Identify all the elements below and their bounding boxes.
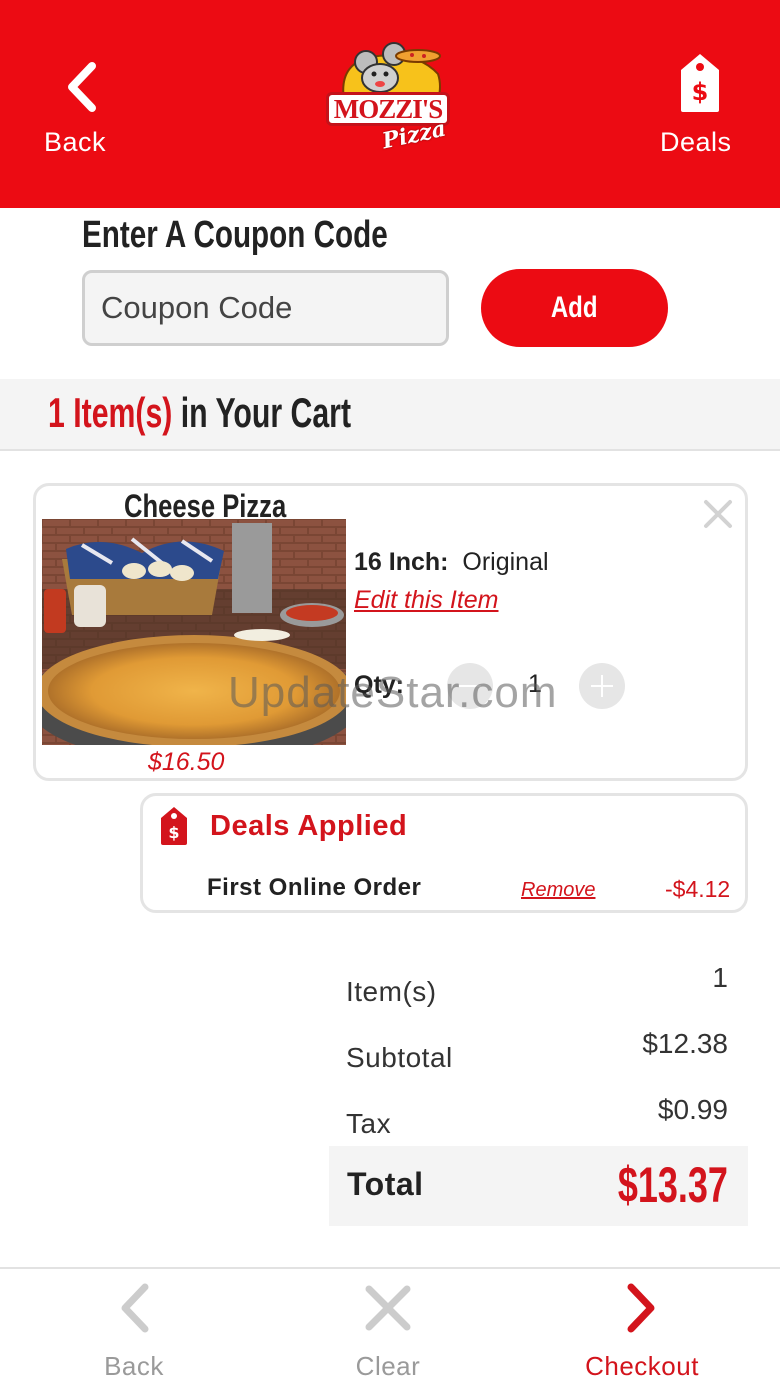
- chevron-left-icon: [121, 1283, 149, 1333]
- deal-amount: -$4.12: [665, 876, 731, 902]
- item-size-option: 16 Inch: Original: [354, 548, 549, 577]
- chevron-left-icon: [68, 62, 96, 112]
- cart-header-band: 1 Item(s) in Your Cart: [0, 379, 780, 451]
- summary-items-label: Item(s): [346, 976, 437, 1007]
- summary-subtotal-value: $12.38: [642, 1028, 728, 1059]
- item-size-value: Original: [462, 548, 549, 576]
- top-app-bar: Back MOZZI'S Pizza $ Deals: [0, 0, 780, 208]
- price-tag-icon: $: [161, 807, 187, 845]
- summary-items-row: Item(s) 1: [346, 962, 728, 1010]
- footer-clear-button[interactable]: Clear: [308, 1269, 468, 1387]
- deal-name: First Online Order: [207, 874, 422, 901]
- price-tag-icon: $: [681, 54, 719, 112]
- summary-tax-label: Tax: [346, 1108, 392, 1139]
- summary-tax-value: $0.99: [657, 1094, 728, 1125]
- summary-subtotal-label: Subtotal: [346, 1042, 453, 1073]
- header-back-button[interactable]: Back: [40, 62, 120, 162]
- remove-item-button[interactable]: [702, 498, 734, 530]
- footer-back-button[interactable]: Back: [54, 1269, 214, 1387]
- summary-subtotal-row: Subtotal $12.38: [346, 1028, 728, 1076]
- header-deals-button[interactable]: $ Deals: [655, 52, 745, 162]
- cart-count: 1 Item(s): [48, 389, 173, 436]
- coupon-code-input[interactable]: [82, 270, 449, 346]
- close-icon: [365, 1285, 411, 1331]
- close-icon: [704, 500, 732, 528]
- summary-items-value: 1: [712, 962, 728, 993]
- header-back-label: Back: [44, 127, 107, 157]
- quantity-increase-button[interactable]: [579, 663, 625, 709]
- summary-total-row: Total $13.37: [329, 1146, 748, 1226]
- item-size-label: 16 Inch:: [354, 548, 449, 576]
- header-deals-label: Deals: [660, 127, 732, 157]
- item-price: $16.50: [148, 748, 225, 776]
- summary-total-value: $13.37: [617, 1157, 728, 1213]
- add-coupon-label: Add: [551, 291, 598, 324]
- cart-item-card: Cheese Pizza $16.50 16 Inch: Original Ed…: [33, 483, 748, 781]
- footer-checkout-button[interactable]: Checkout: [562, 1269, 722, 1387]
- add-coupon-button[interactable]: Add: [481, 269, 668, 347]
- cart-count-heading: 1 Item(s) in Your Cart: [48, 389, 351, 437]
- coupon-section-title: Enter A Coupon Code: [82, 214, 388, 256]
- svg-text:$: $: [692, 78, 709, 106]
- deals-applied-title: Deals Applied: [210, 810, 408, 842]
- edit-item-link[interactable]: Edit this Item: [354, 586, 499, 615]
- svg-text:$: $: [168, 823, 179, 842]
- bottom-action-bar: Back Clear Checkout: [0, 1267, 780, 1387]
- mozzis-pizza-logo: MOZZI'S Pizza: [320, 40, 460, 160]
- cart-heading-rest: in Your Cart: [172, 389, 352, 436]
- summary-tax-row: Tax $0.99: [346, 1094, 728, 1142]
- summary-total-label: Total: [347, 1166, 424, 1202]
- footer-clear-label: Clear: [355, 1351, 421, 1381]
- footer-back-label: Back: [104, 1351, 164, 1381]
- footer-checkout-label: Checkout: [585, 1351, 699, 1381]
- deals-applied-card: $ Deals Applied First Online Order Remov…: [140, 793, 748, 913]
- watermark: UpdateStar.com: [228, 668, 558, 717]
- remove-deal-link[interactable]: Remove: [521, 879, 595, 902]
- chevron-right-icon: [627, 1283, 655, 1333]
